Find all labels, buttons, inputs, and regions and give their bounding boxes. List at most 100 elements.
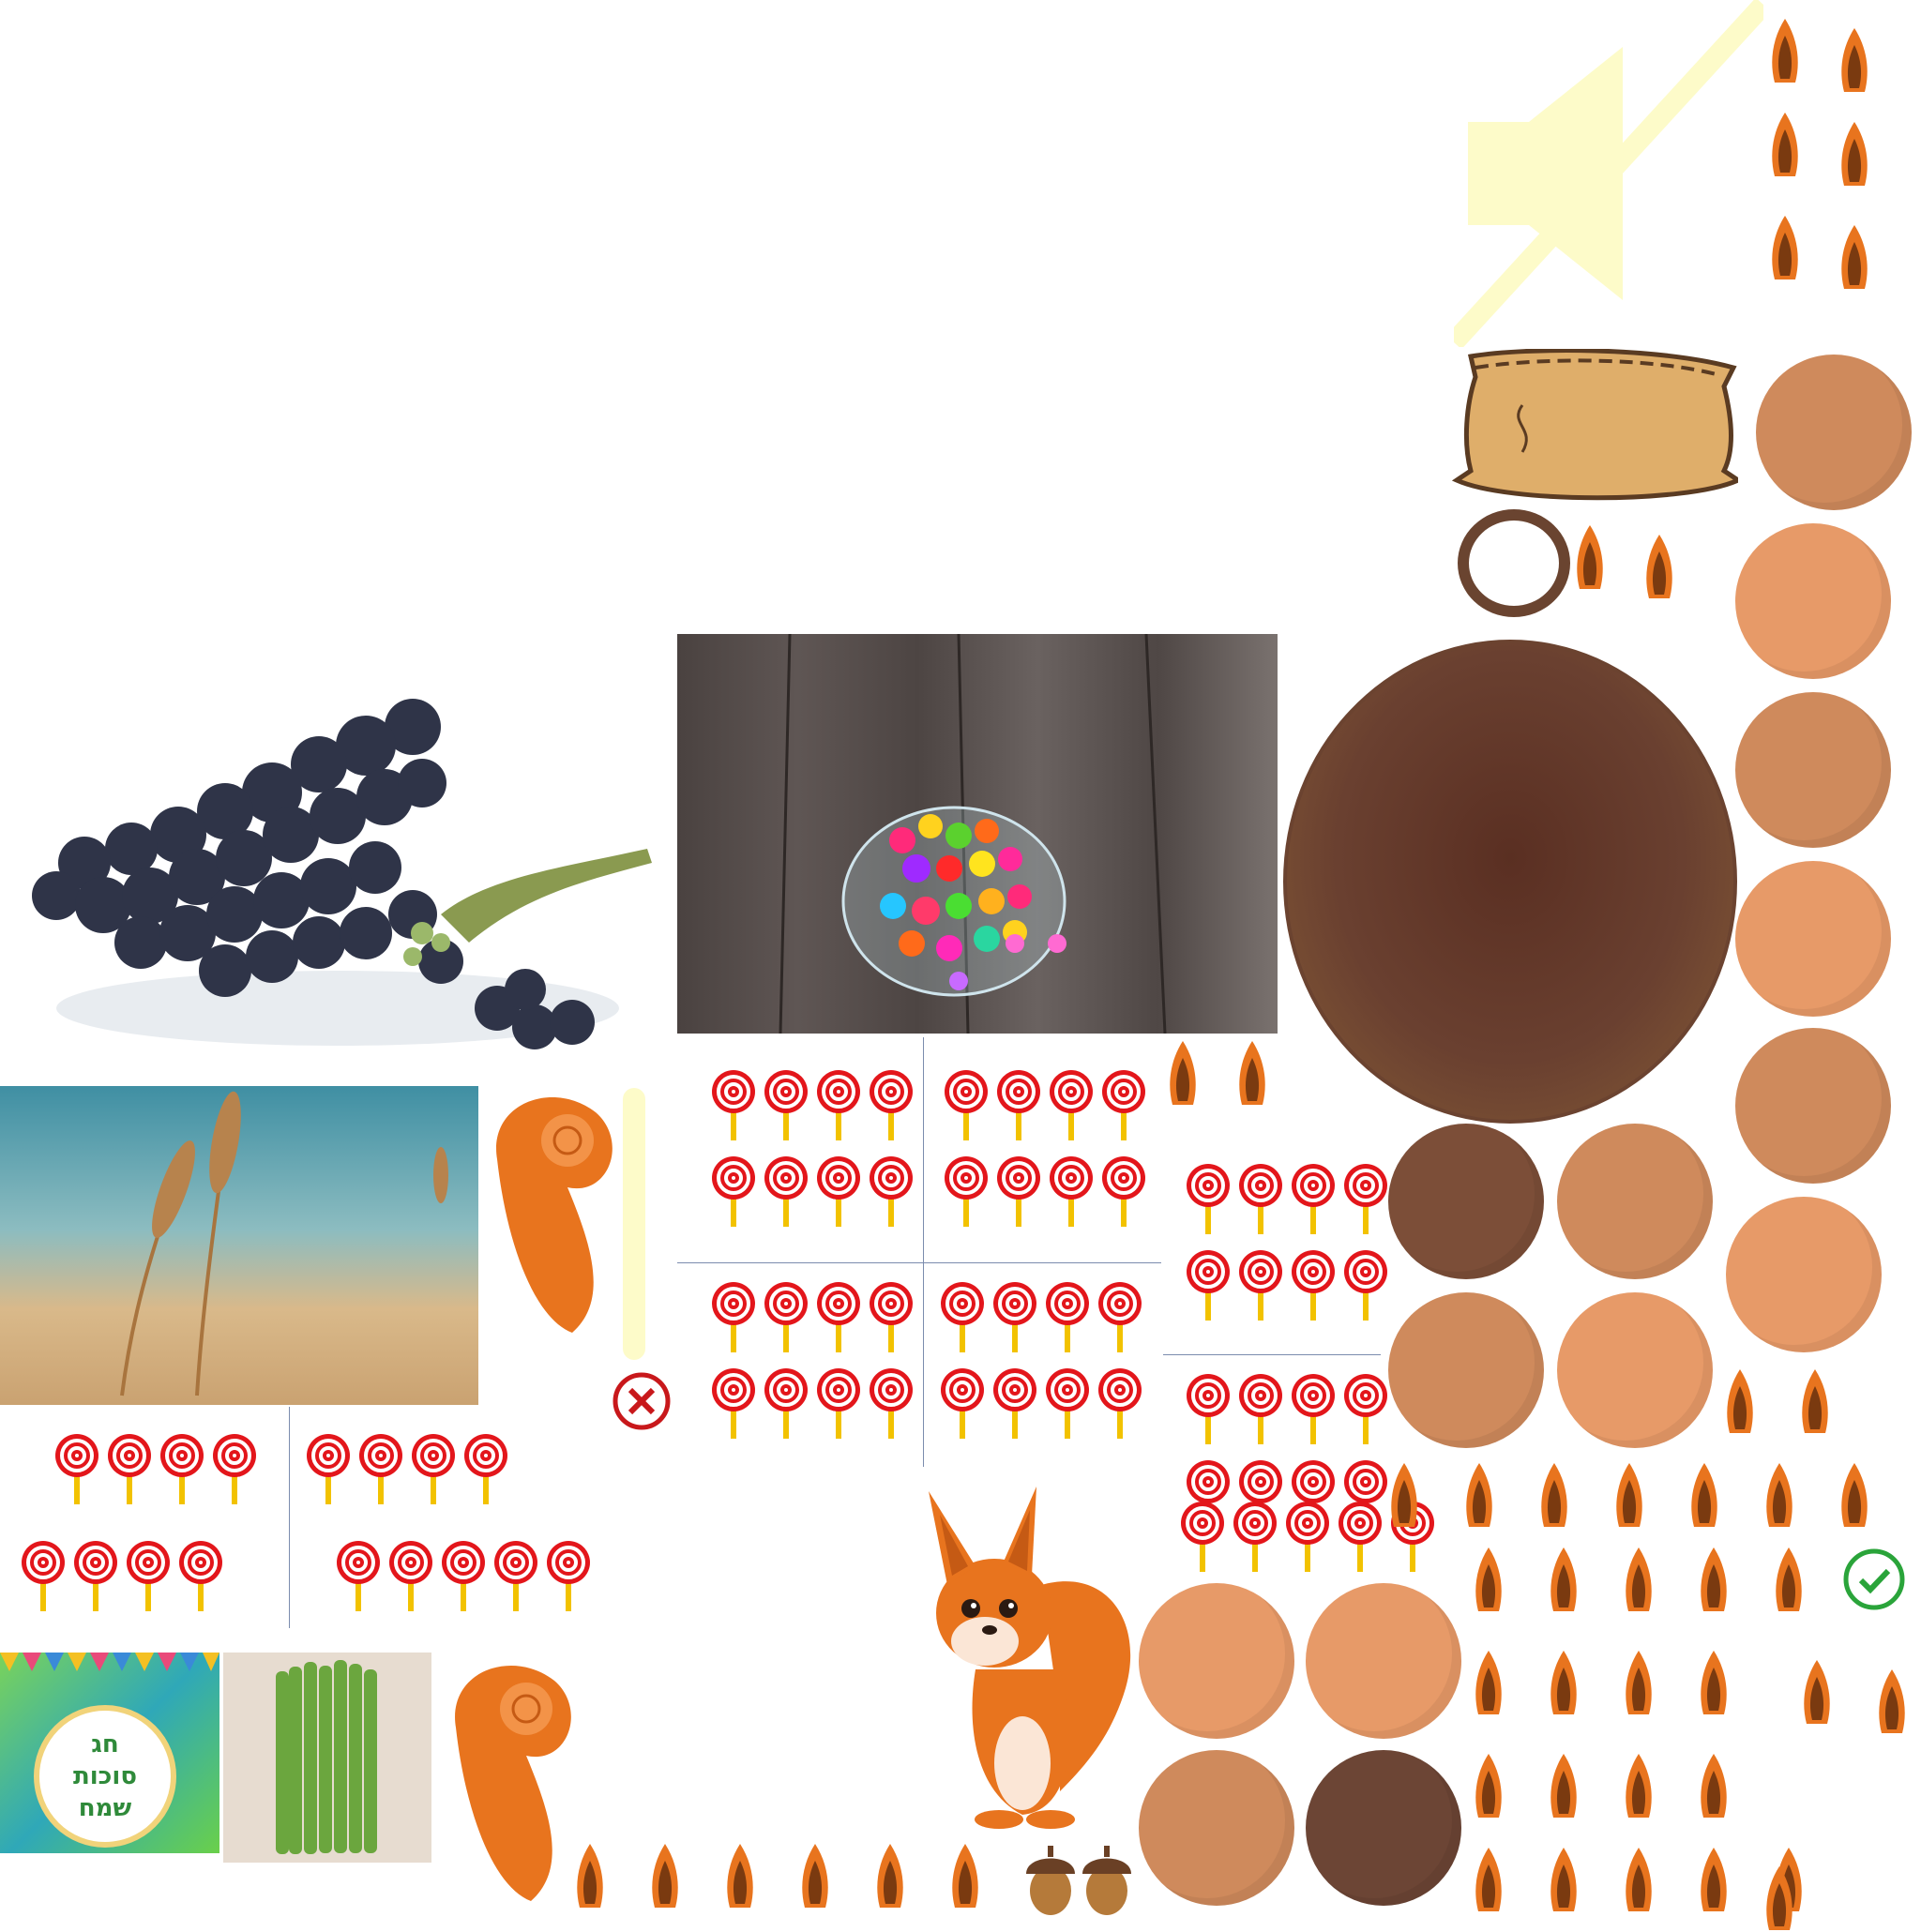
- lollipop-icon[interactable]: [938, 1367, 987, 1439]
- squirrel-ear-icon[interactable]: [1769, 19, 1801, 84]
- lollipop-icon[interactable]: [1099, 1069, 1148, 1140]
- squirrel-ear-icon[interactable]: [1838, 1463, 1870, 1529]
- squirrel-ear-icon[interactable]: [1773, 1547, 1805, 1613]
- lollipop-icon[interactable]: [492, 1540, 540, 1611]
- lollipop-icon[interactable]: [867, 1069, 915, 1140]
- lollipop-icon[interactable]: [439, 1540, 488, 1611]
- squirrel-ear-icon[interactable]: [1769, 113, 1801, 178]
- squirrel-ear-icon[interactable]: [1698, 1547, 1730, 1613]
- lollipop-icon[interactable]: [1178, 1501, 1227, 1572]
- squirrel-ear-icon[interactable]: [1799, 1369, 1831, 1435]
- squirrel-ear-icon[interactable]: [1548, 1547, 1580, 1613]
- squirrel-ear-icon[interactable]: [1698, 1754, 1730, 1819]
- squirrel-ear-icon[interactable]: [1473, 1848, 1505, 1913]
- lollipop-icon[interactable]: [53, 1433, 101, 1504]
- lollipop-icon[interactable]: [1096, 1281, 1144, 1352]
- squirrel-ear-icon[interactable]: [1473, 1651, 1505, 1716]
- squirrel-ear-icon[interactable]: [1724, 1369, 1756, 1435]
- lollipop-icon[interactable]: [1047, 1069, 1096, 1140]
- squirrel-ear-icon[interactable]: [1463, 1463, 1495, 1529]
- lollipop-icon[interactable]: [814, 1155, 863, 1227]
- close-circle-icon[interactable]: [612, 1371, 672, 1431]
- squirrel-ear-icon[interactable]: [1623, 1547, 1655, 1613]
- lollipop-icon[interactable]: [762, 1367, 810, 1439]
- lollipop-icon[interactable]: [938, 1281, 987, 1352]
- lollipop-icon[interactable]: [1231, 1501, 1279, 1572]
- lollipop-icon[interactable]: [1341, 1163, 1390, 1234]
- lollipop-icon[interactable]: [71, 1540, 120, 1611]
- lollipop-icon[interactable]: [709, 1069, 758, 1140]
- squirrel-ear-icon[interactable]: [1548, 1754, 1580, 1819]
- squirrel-ear-icon[interactable]: [1623, 1754, 1655, 1819]
- lollipop-icon[interactable]: [461, 1433, 510, 1504]
- squirrel-ear-icon[interactable]: [1698, 1848, 1730, 1913]
- lollipop-icon[interactable]: [1184, 1373, 1233, 1444]
- lollipop-icon[interactable]: [991, 1367, 1039, 1439]
- squirrel-ear-icon[interactable]: [1688, 1463, 1720, 1529]
- squirrel-ear-icon[interactable]: [1763, 1463, 1795, 1529]
- squirrel-ear-icon[interactable]: [1623, 1651, 1655, 1716]
- squirrel-ear-icon[interactable]: [1548, 1848, 1580, 1913]
- squirrel-ear-icon[interactable]: [1838, 28, 1870, 94]
- lollipop-icon[interactable]: [1283, 1501, 1332, 1572]
- lollipop-icon[interactable]: [1236, 1373, 1285, 1444]
- squirrel-ear-icon[interactable]: [1574, 525, 1606, 591]
- lollipop-icon[interactable]: [356, 1433, 405, 1504]
- squirrel-ear-icon[interactable]: [1801, 1660, 1833, 1726]
- check-circle-icon[interactable]: [1842, 1547, 1906, 1611]
- lollipop-icon[interactable]: [1184, 1249, 1233, 1321]
- lollipop-icon[interactable]: [158, 1433, 206, 1504]
- squirrel-ear-icon[interactable]: [1613, 1463, 1645, 1529]
- squirrel-ear-icon[interactable]: [1473, 1547, 1505, 1613]
- squirrel-ear-icon[interactable]: [1838, 225, 1870, 291]
- squirrel-ear-icon[interactable]: [1388, 1463, 1420, 1529]
- lollipop-icon[interactable]: [991, 1281, 1039, 1352]
- lollipop-icon[interactable]: [1099, 1155, 1148, 1227]
- squirrel-ear-icon[interactable]: [649, 1844, 681, 1909]
- lollipop-icon[interactable]: [1236, 1249, 1285, 1321]
- lollipop-icon[interactable]: [304, 1433, 353, 1504]
- lollipop-icon[interactable]: [19, 1540, 68, 1611]
- lollipop-icon[interactable]: [386, 1540, 435, 1611]
- lollipop-icon[interactable]: [1289, 1163, 1338, 1234]
- lollipop-icon[interactable]: [709, 1367, 758, 1439]
- lollipop-icon[interactable]: [1236, 1163, 1285, 1234]
- lollipop-icon[interactable]: [762, 1155, 810, 1227]
- lollipop-icon[interactable]: [176, 1540, 225, 1611]
- lollipop-icon[interactable]: [762, 1281, 810, 1352]
- squirrel-ear-icon[interactable]: [799, 1844, 831, 1909]
- lollipop-icon[interactable]: [814, 1367, 863, 1439]
- lollipop-icon[interactable]: [1043, 1367, 1092, 1439]
- squirrel-ear-icon[interactable]: [1167, 1041, 1199, 1107]
- lollipop-icon[interactable]: [1096, 1367, 1144, 1439]
- lollipop-icon[interactable]: [1341, 1249, 1390, 1321]
- squirrel-ear-icon[interactable]: [949, 1844, 981, 1909]
- lollipop-icon[interactable]: [814, 1069, 863, 1140]
- lollipop-icon[interactable]: [1289, 1373, 1338, 1444]
- speaker-muted-icon[interactable]: [1445, 0, 1772, 350]
- squirrel-ear-icon[interactable]: [574, 1844, 606, 1909]
- lollipop-icon[interactable]: [124, 1540, 173, 1611]
- lollipop-icon[interactable]: [334, 1540, 383, 1611]
- squirrel-ear-icon[interactable]: [1473, 1754, 1505, 1819]
- lollipop-icon[interactable]: [709, 1155, 758, 1227]
- lollipop-icon[interactable]: [867, 1155, 915, 1227]
- lollipop-icon[interactable]: [814, 1281, 863, 1352]
- lollipop-icon[interactable]: [942, 1155, 991, 1227]
- lollipop-icon[interactable]: [1184, 1163, 1233, 1234]
- lollipop-icon[interactable]: [409, 1433, 458, 1504]
- squirrel-ear-icon[interactable]: [1236, 1041, 1268, 1107]
- squirrel-ear-icon[interactable]: [1623, 1848, 1655, 1913]
- lollipop-icon[interactable]: [994, 1155, 1043, 1227]
- lollipop-icon[interactable]: [709, 1281, 758, 1352]
- squirrel-ear-icon[interactable]: [874, 1844, 906, 1909]
- lollipop-icon[interactable]: [1289, 1249, 1338, 1321]
- lollipop-icon[interactable]: [867, 1367, 915, 1439]
- squirrel-ear-icon[interactable]: [1838, 122, 1870, 188]
- squirrel-ear-icon[interactable]: [1643, 535, 1675, 600]
- squirrel-ear-icon[interactable]: [1876, 1669, 1908, 1735]
- lollipop-icon[interactable]: [1043, 1281, 1092, 1352]
- lollipop-icon[interactable]: [105, 1433, 154, 1504]
- lollipop-icon[interactable]: [867, 1281, 915, 1352]
- lollipop-icon[interactable]: [544, 1540, 593, 1611]
